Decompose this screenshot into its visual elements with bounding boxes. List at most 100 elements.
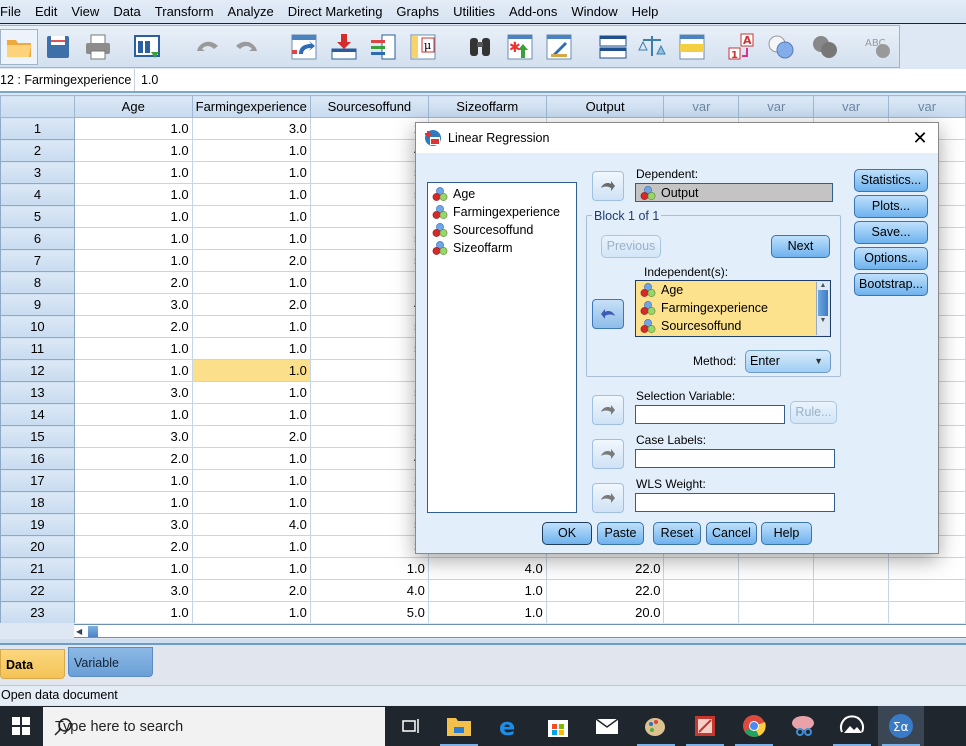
file-explorer-icon[interactable] — [436, 706, 482, 746]
insert-variable-icon[interactable] — [541, 29, 579, 65]
cell-output[interactable]: 22.0 — [545, 579, 665, 602]
cell-var[interactable] — [738, 579, 815, 602]
corner-cell[interactable] — [0, 95, 75, 118]
list-item[interactable]: Sourcesoffund — [428, 221, 576, 239]
move-to-dependent-button[interactable] — [592, 171, 624, 201]
cell-sourcesoffund[interactable]: 4.0 — [309, 579, 429, 602]
task-view-icon[interactable] — [388, 706, 434, 746]
cell-sourcesoffund[interactable]: 5. — [309, 337, 429, 360]
cell-age[interactable]: 1.0 — [73, 491, 193, 514]
cell-sourcesoffund[interactable]: 1. — [309, 359, 429, 382]
list-item[interactable]: Sizeoffarm — [428, 239, 576, 257]
cell-age[interactable]: 1.0 — [73, 359, 193, 382]
insert-cases-icon[interactable]: ✱ — [501, 29, 539, 65]
cell-sourcesoffund[interactable]: 2. — [309, 469, 429, 492]
cell-sourcesoffund[interactable]: 5. — [309, 161, 429, 184]
row-number[interactable]: 16 — [0, 447, 75, 470]
presentation-icon[interactable] — [682, 706, 728, 746]
ok-button[interactable]: OK — [542, 522, 592, 545]
tab-variable-view[interactable]: Variable View — [68, 647, 153, 700]
move-to-case-labels-button[interactable] — [592, 439, 624, 469]
cell-sourcesoffund[interactable]: 1.0 — [309, 557, 429, 580]
cell-age[interactable]: 3.0 — [73, 579, 193, 602]
cell-sourcesoffund[interactable]: 5.0 — [309, 601, 429, 623]
cell-sourcesoffund[interactable]: 5. — [309, 381, 429, 404]
cell-var[interactable] — [663, 601, 740, 623]
cell-var[interactable] — [738, 601, 815, 623]
column-header-var[interactable]: var — [888, 95, 966, 118]
list-item[interactable]: Farmingexperience — [636, 299, 830, 317]
row-number[interactable]: 14 — [0, 403, 75, 426]
row-number[interactable]: 6 — [0, 227, 75, 250]
menu-analyze[interactable]: Analyze — [228, 4, 282, 19]
cell-output[interactable]: 20.0 — [545, 601, 665, 623]
cell-farmingexperience[interactable]: 1.0 — [191, 227, 311, 250]
print-icon[interactable] — [79, 29, 117, 65]
cell-sourcesoffund[interactable]: 2. — [309, 117, 429, 140]
cancel-button[interactable]: Cancel — [706, 522, 757, 545]
paste-button[interactable]: Paste — [597, 522, 644, 545]
independents-scrollbar[interactable]: ▲ ▼ — [816, 282, 829, 335]
menu-utilities[interactable]: Utilities — [453, 4, 503, 19]
horizontal-scrollbar[interactable]: ◀ — [74, 624, 966, 638]
cell-farmingexperience[interactable]: 3.0 — [191, 117, 311, 140]
row-number[interactable]: 9 — [0, 293, 75, 316]
cell-age[interactable]: 2.0 — [73, 447, 193, 470]
cell-farmingexperience[interactable]: 4.0 — [191, 513, 311, 536]
row-number[interactable]: 4 — [0, 183, 75, 206]
wls-weight-field[interactable] — [635, 493, 835, 512]
cell-farmingexperience[interactable]: 1.0 — [191, 381, 311, 404]
find-icon[interactable] — [462, 29, 500, 65]
method-select[interactable]: Enter ▼ — [745, 350, 831, 373]
cell-age[interactable]: 3.0 — [73, 425, 193, 448]
row-number[interactable]: 8 — [0, 271, 75, 294]
cell-var[interactable] — [888, 557, 966, 580]
cell-sourcesoffund[interactable]: 4. — [309, 293, 429, 316]
chrome-icon[interactable] — [731, 706, 777, 746]
cell-farmingexperience[interactable]: 1.0 — [191, 337, 311, 360]
go-to-case-icon[interactable] — [285, 29, 323, 65]
rule-button[interactable]: Rule... — [790, 401, 837, 424]
row-number[interactable]: 10 — [0, 315, 75, 338]
menu-window[interactable]: Window — [571, 4, 625, 19]
column-header-output[interactable]: Output — [545, 95, 665, 118]
row-number[interactable]: 21 — [0, 557, 75, 580]
scroll-down-icon[interactable]: ▼ — [817, 317, 829, 324]
cell-farmingexperience[interactable]: 1.0 — [191, 469, 311, 492]
menu-view[interactable]: View — [71, 4, 107, 19]
cell-farmingexperience[interactable]: 2.0 — [191, 425, 311, 448]
cell-farmingexperience[interactable]: 2.0 — [191, 293, 311, 316]
cell-sourcesoffund[interactable]: 1. — [309, 403, 429, 426]
cell-var[interactable] — [813, 579, 890, 602]
cell-farmingexperience[interactable]: 1.0 — [191, 315, 311, 338]
menu-graphs[interactable]: Graphs — [396, 4, 447, 19]
cell-sourcesoffund[interactable]: 1. — [309, 271, 429, 294]
cell-age[interactable]: 3.0 — [73, 513, 193, 536]
cell-sizeoffarm[interactable]: 1.0 — [427, 601, 547, 623]
cell-farmingexperience[interactable]: 1.0 — [191, 139, 311, 162]
row-number[interactable]: 17 — [0, 469, 75, 492]
column-header-var[interactable]: var — [663, 95, 740, 118]
bootstrap-button[interactable]: Bootstrap... — [854, 273, 928, 296]
list-item[interactable]: Farmingexperience — [428, 203, 576, 221]
independents-list[interactable]: Age Farmingexperience Sourcesoffund ▲ ▼ — [635, 280, 831, 337]
cell-farmingexperience[interactable]: 1.0 — [191, 403, 311, 426]
snipping-tool-icon[interactable] — [780, 706, 826, 746]
cell-sourcesoffund[interactable]: 4. — [309, 447, 429, 470]
save-icon[interactable] — [40, 29, 78, 65]
variables-icon[interactable] — [364, 29, 402, 65]
value-labels-icon[interactable]: A1 — [723, 29, 761, 65]
list-item[interactable]: Sourcesoffund — [636, 317, 830, 335]
scroll-up-icon[interactable]: ▲ — [817, 282, 829, 289]
select-cases-icon[interactable] — [673, 29, 711, 65]
start-button[interactable] — [0, 706, 42, 746]
cell-age[interactable]: 1.0 — [73, 337, 193, 360]
cell-sizeoffarm[interactable]: 1.0 — [427, 579, 547, 602]
row-number[interactable]: 22 — [0, 579, 75, 602]
open-folder-icon[interactable] — [0, 28, 38, 65]
column-header-farmingexperience[interactable]: Farmingexperience — [191, 95, 311, 118]
use-variable-sets-icon[interactable] — [762, 29, 800, 65]
menu-edit[interactable]: Edit — [35, 4, 65, 19]
cell-age[interactable]: 1.0 — [73, 227, 193, 250]
row-number[interactable]: 23 — [0, 601, 75, 623]
